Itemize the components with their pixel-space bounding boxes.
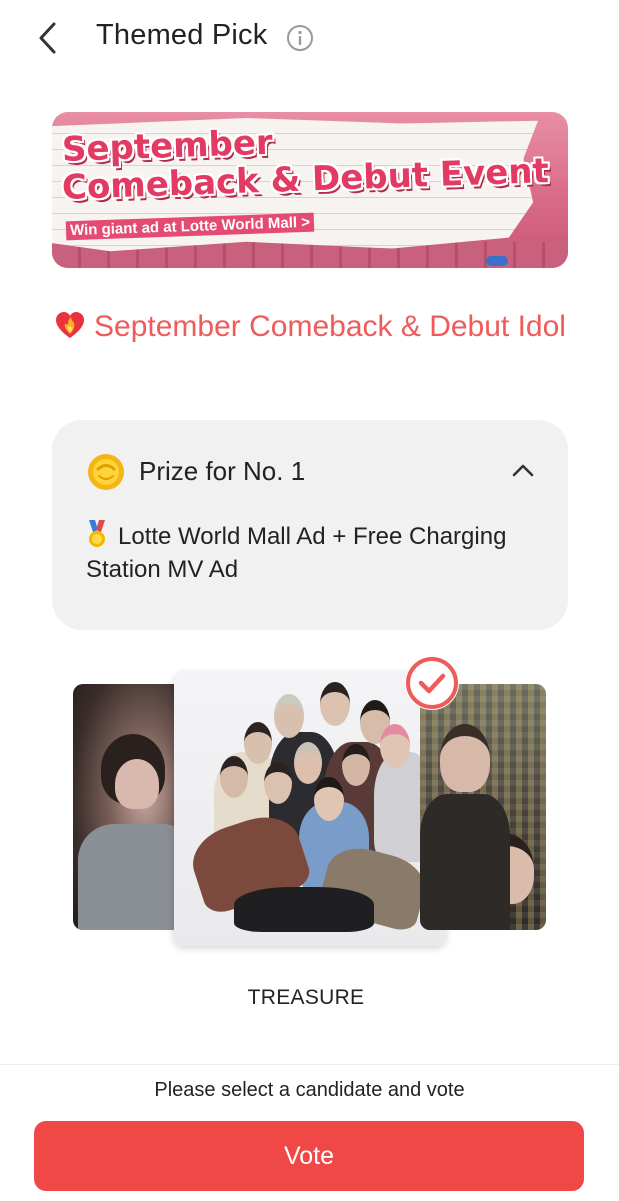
member-head bbox=[274, 694, 304, 738]
member-head bbox=[320, 682, 350, 726]
header: Themed Pick bbox=[0, 0, 619, 76]
burning-heart-icon bbox=[56, 312, 85, 338]
candidate-photo-next bbox=[440, 724, 490, 792]
candidate-photo-next-coat bbox=[420, 794, 510, 930]
selected-check-badge[interactable] bbox=[405, 656, 459, 710]
candidate-photo-treasure bbox=[174, 672, 446, 946]
prize-title: Prize for No. 1 bbox=[139, 456, 306, 486]
banner-decoration bbox=[486, 256, 508, 266]
member-head bbox=[380, 724, 410, 768]
chevron-up-icon bbox=[512, 464, 534, 477]
collapse-prize-button[interactable] bbox=[510, 458, 536, 484]
vote-footer: Please select a candidate and vote Vote bbox=[0, 1064, 619, 1201]
candidate-name: TREASURE bbox=[247, 986, 365, 1009]
vote-hint: Please select a candidate and vote bbox=[154, 1079, 465, 1101]
prize-description-text: Lotte World Mall Ad + Free Charging Stat… bbox=[86, 523, 507, 583]
candidate-carousel[interactable] bbox=[0, 668, 619, 958]
candidate-photo-previous-face bbox=[115, 759, 159, 809]
member-head bbox=[244, 722, 272, 764]
page-title: Themed Pick bbox=[96, 19, 268, 51]
member-head bbox=[294, 742, 322, 784]
vote-button[interactable]: Vote bbox=[34, 1121, 584, 1191]
candidate-card-selected[interactable] bbox=[174, 672, 446, 946]
chevron-left-icon bbox=[39, 22, 56, 54]
section-title: September Comeback & Debut Idol bbox=[40, 306, 580, 348]
member-head bbox=[342, 744, 370, 786]
info-button[interactable] bbox=[286, 24, 314, 52]
info-circle-icon bbox=[287, 25, 313, 51]
section-title-text: September Comeback & Debut Idol bbox=[94, 310, 566, 343]
member-figure bbox=[234, 887, 374, 932]
prize-description: Lotte World Mall Ad + Free Charging Stat… bbox=[86, 520, 526, 586]
back-button[interactable] bbox=[30, 18, 70, 58]
member-head bbox=[220, 756, 248, 798]
member-head bbox=[314, 777, 344, 821]
check-circle-icon bbox=[406, 657, 458, 709]
coin-icon bbox=[88, 454, 124, 490]
gold-medal-icon bbox=[89, 520, 105, 547]
event-banner[interactable]: September Comeback & Debut Event Win gia… bbox=[52, 112, 568, 268]
member-head bbox=[264, 762, 292, 804]
prize-card: Prize for No. 1 Lotte World Mall Ad + Fr… bbox=[52, 420, 568, 630]
candidate-card-next[interactable] bbox=[420, 684, 546, 930]
